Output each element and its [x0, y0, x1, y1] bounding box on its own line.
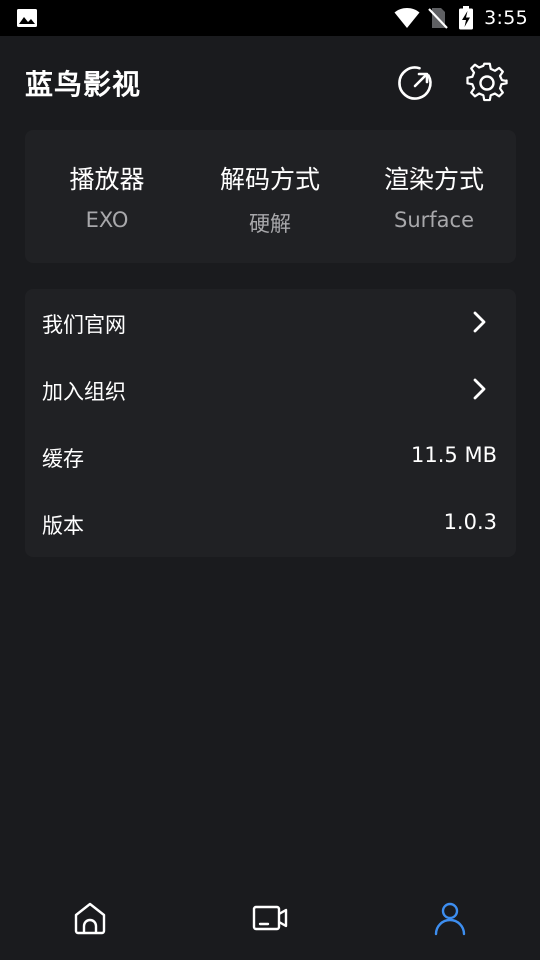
cache-label: 缓存 [42, 447, 84, 471]
nav-video[interactable] [180, 880, 360, 960]
render-setting-label: 渲染方式 [383, 165, 484, 194]
version-label: 版本 [42, 514, 84, 538]
cache-row[interactable]: 缓存 11.5 MB [25, 423, 516, 490]
official-site-label: 我们官网 [42, 313, 126, 337]
gallery-notification-icon [17, 9, 37, 27]
user-icon [434, 902, 466, 936]
status-time: 3:55 [484, 7, 528, 29]
join-group-row[interactable]: 加入组织 [25, 356, 516, 423]
player-setting[interactable]: 播放器 EXO [25, 130, 189, 263]
refresh-icon[interactable] [395, 62, 437, 104]
bottom-nav [0, 880, 540, 960]
settings-gear-icon[interactable] [466, 62, 508, 104]
chevron-right-icon [473, 311, 486, 333]
version-row: 版本 1.0.3 [25, 490, 516, 557]
player-settings-card: 播放器 EXO 解码方式 硬解 渲染方式 Surface [25, 130, 516, 263]
player-setting-label: 播放器 [69, 165, 145, 194]
nav-profile[interactable] [360, 880, 540, 960]
join-group-label: 加入组织 [42, 380, 126, 404]
decode-setting-value: 硬解 [249, 212, 291, 236]
wifi-icon [394, 8, 420, 28]
render-setting-value: Surface [393, 208, 474, 232]
app-header: 蓝鸟影视 [0, 36, 540, 128]
nav-home[interactable] [0, 880, 180, 960]
render-setting[interactable]: 渲染方式 Surface [352, 130, 516, 263]
cache-value: 11.5 MB [411, 443, 497, 467]
decode-setting-label: 解码方式 [219, 165, 320, 194]
status-bar: 3:55 [0, 0, 540, 36]
chevron-right-icon [473, 378, 486, 400]
player-setting-value: EXO [85, 208, 129, 232]
menu-list-card: 我们官网 加入组织 缓存 11.5 MB 版本 1.0.3 [25, 289, 516, 557]
official-site-row[interactable]: 我们官网 [25, 289, 516, 356]
version-value: 1.0.3 [443, 510, 497, 534]
app-title: 蓝鸟影视 [25, 68, 142, 101]
battery-charging-icon [459, 6, 474, 30]
video-icon [252, 905, 288, 931]
no-sim-icon [428, 8, 448, 29]
home-icon [74, 902, 106, 935]
decode-setting[interactable]: 解码方式 硬解 [188, 130, 352, 263]
